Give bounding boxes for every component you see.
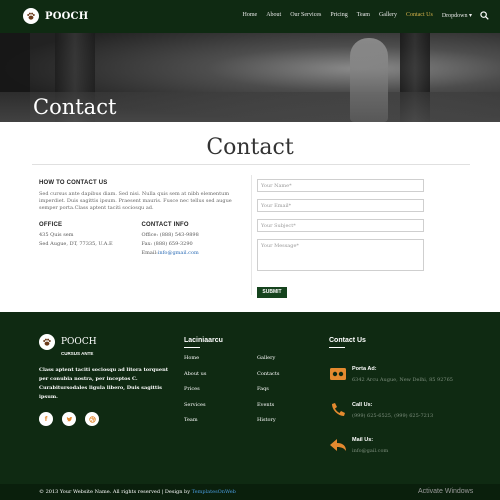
office-phone: Office: (888) 543-9898 — [141, 232, 199, 238]
page-title: Contact — [206, 135, 294, 160]
footer-link-team[interactable]: Team — [184, 418, 206, 434]
hero-banner: Contact — [0, 33, 500, 122]
phone-icon — [332, 403, 345, 416]
subject-field[interactable]: Your Subject* — [257, 219, 424, 232]
reply-arrow-icon — [330, 439, 346, 451]
footer-link-contacts[interactable]: Contacts — [257, 371, 279, 388]
office-block: OFFICE 435 Quis sem Sed Augue, DT, 77335… — [39, 222, 142, 258]
footer-link-faqs[interactable]: Faqs — [257, 387, 279, 403]
footer-links-col1: Home About us Prices Services Team — [184, 356, 206, 434]
nav-item-services[interactable]: Our Services — [290, 12, 321, 19]
contact-info-block: CONTACT INFO Office: (888) 543-9898 Fax:… — [142, 222, 245, 258]
footer-link-about[interactable]: About us — [184, 371, 206, 388]
fax-number: Fax: (888) 659-3290 — [141, 241, 193, 247]
brand-name: POOCH — [45, 10, 89, 22]
footer-address: Porta Ad: 6342 Arcu Augue, New Delhi, 85… — [329, 366, 453, 383]
contact-intro-text: Sed cursus ante dapibus diam. Sed nisi. … — [39, 191, 232, 211]
footer-contact-heading: Contact Us — [329, 337, 366, 344]
activate-windows-watermark: Activate Windows — [418, 488, 474, 495]
footer-link-home[interactable]: Home — [184, 356, 206, 372]
call-title: Call Us: — [352, 402, 373, 408]
footer-links-col2: Gallery Contacts Faqs Events History — [257, 356, 279, 434]
name-field[interactable]: Your Name* — [257, 179, 424, 192]
search-icon[interactable] — [480, 11, 489, 20]
title-divider — [32, 164, 470, 165]
office-line1: 435 Quis sem — [39, 232, 74, 238]
footer-links-heading: Laciniaarcu — [184, 337, 223, 344]
copyright: © 2013 Your Website Name. All rights res… — [39, 489, 236, 495]
footer-link-history[interactable]: History — [257, 418, 279, 434]
footer-link-prices[interactable]: Prices — [184, 387, 206, 403]
nav-item-dropdown[interactable]: Dropdown ▾ — [442, 12, 472, 19]
designer-link[interactable]: TemplatesOnWeb — [192, 489, 236, 495]
submit-button[interactable]: SUBMIT — [257, 287, 287, 298]
column-divider — [251, 175, 252, 295]
nav-item-pricing[interactable]: Pricing — [330, 12, 347, 19]
email-line: Email:info@gmail.com — [142, 249, 245, 258]
facebook-icon[interactable]: f — [39, 412, 53, 426]
call-value: (999) 625-6525, (999) 625-7213 — [352, 413, 434, 419]
main-menu: Home About Our Services Pricing Team Gal… — [243, 12, 472, 19]
office-line2: Sed Augue, DT, 77335, U.A.E — [39, 241, 113, 247]
footer-logo[interactable]: POOCH — [39, 334, 97, 350]
nav-item-home[interactable]: Home — [243, 12, 258, 19]
footer-link-gallery[interactable]: Gallery — [257, 356, 279, 372]
mail-title: Mail Us: — [352, 437, 374, 443]
top-nav: POOCH Home About Our Services Pricing Te… — [0, 0, 500, 33]
footer-brand-name: POOCH — [61, 337, 97, 347]
paw-icon — [39, 334, 55, 350]
office-heading: OFFICE — [39, 222, 63, 228]
footer-phone: Call Us: (999) 625-6525, (999) 625-7213 — [329, 402, 433, 419]
paw-icon — [23, 8, 39, 24]
footer-link-services[interactable]: Services — [184, 402, 206, 419]
contact-details: OFFICE 435 Quis sem Sed Augue, DT, 77335… — [39, 222, 244, 258]
address-title: Porta Ad: — [352, 366, 377, 372]
hero-image-person — [350, 38, 388, 122]
contact-info-heading: CONTACT INFO — [141, 222, 189, 228]
nav-item-about[interactable]: About — [266, 12, 281, 19]
contact-form: Your Name* Your Email* Your Subject* You… — [257, 179, 424, 298]
email-label: Email: — [141, 250, 158, 256]
mail-value[interactable]: info@gail.com — [352, 448, 388, 454]
footer-contact-underline — [329, 347, 345, 348]
message-field[interactable]: Your Message* — [257, 239, 424, 271]
contact-intro: HOW TO CONTACT US Sed cursus ante dapibu… — [39, 180, 244, 212]
footer-links-underline — [184, 347, 200, 348]
footer-about-text: Class aptent taciti sociosqu ad litora t… — [39, 367, 169, 400]
footer-link-events[interactable]: Events — [257, 402, 279, 419]
nav-item-gallery[interactable]: Gallery — [379, 12, 397, 19]
how-to-contact-heading: HOW TO CONTACT US — [39, 180, 108, 186]
social-links: f — [39, 412, 99, 426]
dribbble-icon[interactable] — [85, 412, 99, 426]
footer-tagline: CURSUS ANTE — [61, 351, 94, 356]
brand-logo[interactable]: POOCH — [23, 8, 88, 24]
email-field[interactable]: Your Email* — [257, 199, 424, 212]
email-link[interactable]: info@gmail.com — [158, 250, 199, 256]
hero-title: Contact — [33, 95, 117, 119]
footer-mail: Mail Us: info@gail.com — [329, 437, 388, 454]
address-value: 6342 Arcu Augue, New Delhi, 85 92765 — [352, 377, 453, 383]
map-book-icon — [330, 368, 346, 380]
twitter-icon[interactable] — [62, 412, 76, 426]
nav-item-contact[interactable]: Contact Us — [406, 12, 433, 19]
copyright-text: © 2013 Your Website Name. All rights res… — [39, 489, 191, 495]
nav-item-team[interactable]: Team — [357, 12, 370, 19]
